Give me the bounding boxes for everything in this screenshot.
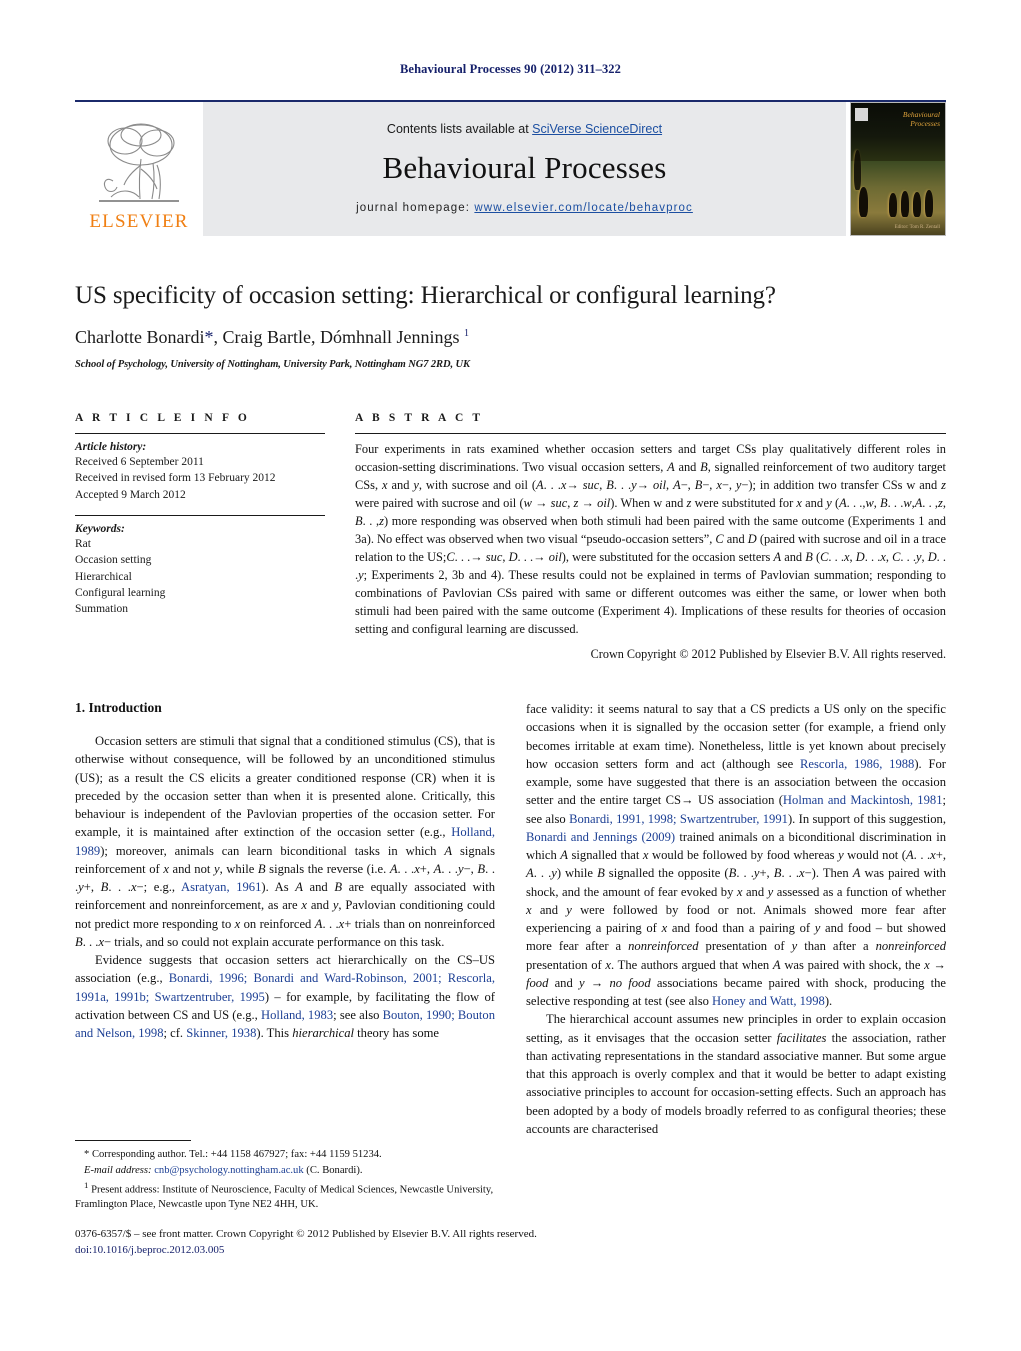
meerkat-figure — [913, 191, 921, 217]
meerkat-figure — [854, 150, 861, 191]
abstract-text: Four experiments in rats examined whethe… — [355, 442, 947, 636]
elsevier-wordmark: ELSEVIER — [89, 211, 189, 232]
article-page: Behavioural Processes 90 (2012) 311–322 — [0, 0, 1021, 1351]
abstract-copyright: Crown Copyright © 2012 Published by Else… — [590, 646, 946, 661]
doi-line[interactable]: doi:10.1016/j.beproc.2012.03.005 — [75, 1243, 575, 1259]
sciencedirect-link[interactable]: SciVerse ScienceDirect — [532, 122, 662, 136]
paragraph: Occasion setters are stimuli that signal… — [75, 734, 496, 949]
article-history-label: Article history: — [75, 441, 147, 453]
journal-title: Behavioural Processes — [382, 150, 667, 185]
keywords-label: Keywords: — [75, 522, 125, 535]
info-abstract-row: A R T I C L E I N F O Article history: R… — [75, 412, 946, 662]
article-info-column: A R T I C L E I N F O Article history: R… — [75, 412, 325, 662]
running-head: Behavioural Processes 90 (2012) 311–322 — [399, 62, 621, 76]
keyword-item: Summation — [75, 603, 129, 616]
cover-title-line2: Processes — [910, 119, 940, 129]
elsevier-logo[interactable]: ELSEVIER — [75, 102, 203, 236]
journal-homepage-line: journal homepage: www.elsevier.com/locat… — [356, 202, 693, 214]
divider — [75, 433, 325, 434]
footnotes: * Corresponding author. Tel.: +44 1158 4… — [75, 1140, 495, 1214]
homepage-label: journal homepage: — [356, 202, 475, 214]
cover-caption: Editor: Tom R. Zentall — [894, 225, 940, 230]
footnote-email[interactable]: E-mail address: cnb@psychology.nottingha… — [75, 1164, 495, 1179]
masthead-center-panel: Contents lists available at SciVerse Sci… — [203, 102, 846, 236]
journal-cover-thumbnail[interactable]: Behavioural Processes Editor: Tom R. Zen… — [850, 102, 946, 236]
colophon: 0376-6357/$ – see front matter. Crown Co… — [75, 1227, 575, 1259]
page-title: US specificity of occasion setting: Hier… — [75, 282, 776, 309]
cover-title: Behavioural Processes — [903, 110, 940, 129]
divider — [355, 433, 946, 434]
journal-homepage-link[interactable]: www.elsevier.com/locate/behavproc — [474, 202, 692, 214]
journal-masthead: ELSEVIER Contents lists available at Sci… — [75, 100, 946, 236]
issn-front-matter: 0376-6357/$ – see front matter. Crown Co… — [75, 1228, 537, 1240]
body-columns: 1. Introduction Occasion setters are sti… — [75, 700, 946, 1138]
meerkat-figure — [859, 186, 868, 217]
paragraph: Evidence suggests that occasion setters … — [75, 953, 496, 1040]
footnote-corresponding-author: * Corresponding author. Tel.: +44 1158 4… — [84, 1149, 382, 1160]
article-history-item: Received 6 September 2011 — [75, 456, 204, 468]
meerkat-figure — [925, 189, 933, 217]
body-column-left: 1. Introduction Occasion setters are sti… — [75, 700, 495, 1138]
meerkat-figure — [901, 190, 909, 217]
contents-list-line: Contents lists available at SciVerse Sci… — [387, 122, 662, 136]
keyword-item: Occasion setting — [75, 554, 152, 567]
elsevier-tree-icon — [91, 119, 187, 211]
paragraph: The hierarchical account assumes new pri… — [526, 1012, 946, 1136]
footnote-present-address: 1 Present address: Institute of Neurosci… — [75, 1180, 494, 1211]
cover-title-line1: Behavioural — [902, 110, 940, 119]
article-history-item: Accepted 9 March 2012 — [75, 488, 186, 501]
author-list: Charlotte Bonardi*, Craig Bartle, Dómhna… — [75, 326, 469, 347]
meerkat-figure — [889, 192, 897, 217]
title-block: US specificity of occasion setting: Hier… — [75, 282, 946, 370]
footnote-divider — [75, 1140, 191, 1141]
abstract-column: A B S T R A C T Four experiments in rats… — [355, 412, 946, 662]
affiliation: School of Psychology, University of Nott… — [75, 359, 470, 371]
article-history-item: Received in revised form 13 February 201… — [75, 472, 276, 485]
keyword-item: Hierarchical — [75, 570, 132, 583]
keyword-item: Rat — [75, 537, 91, 550]
body-column-right: face validity: it seems natural to say t… — [526, 700, 946, 1138]
section-heading-introduction: 1. Introduction — [75, 700, 162, 715]
abstract-heading: A B S T R A C T — [355, 412, 484, 424]
cover-elsevier-mark-icon — [855, 108, 868, 121]
keyword-item: Configural learning — [75, 586, 166, 599]
article-info-heading: A R T I C L E I N F O — [75, 412, 250, 424]
contents-prefix: Contents lists available at — [386, 122, 533, 136]
paragraph: face validity: it seems natural to say t… — [526, 702, 947, 1008]
divider — [75, 514, 325, 516]
